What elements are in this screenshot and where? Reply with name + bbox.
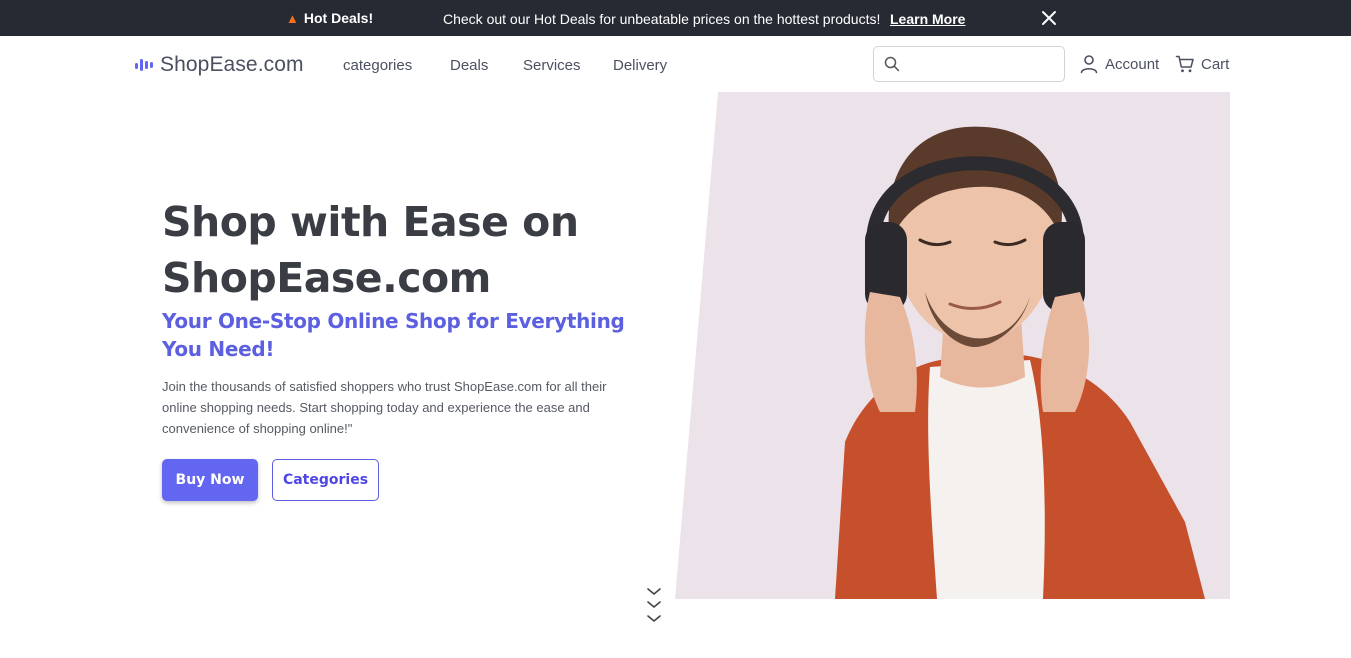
nav-link-delivery[interactable]: Delivery [613, 57, 667, 74]
scroll-down-button[interactable] [646, 586, 662, 628]
logo-mark-icon [135, 57, 155, 73]
cart-label: Cart [1201, 55, 1230, 73]
account-link[interactable]: Account [1079, 54, 1159, 74]
close-banner-button[interactable] [1040, 8, 1058, 28]
logo[interactable]: ShopEase.com [135, 53, 304, 77]
categories-button[interactable]: Categories [272, 459, 379, 501]
hot-deals-label: Hot Deals! [303, 10, 374, 26]
hero-description: Join the thousands of satisfied shoppers… [162, 379, 607, 436]
account-label: Account [1105, 55, 1160, 73]
hot-deals-label-group: ▲ Hot Deals! [286, 10, 373, 26]
logo-text: ShopEase.com [160, 53, 304, 76]
nav-link-deals[interactable]: Deals [450, 57, 488, 74]
nav-link-categories[interactable]: categories [343, 57, 412, 74]
flame-icon: ▲ [286, 10, 299, 26]
hero-subtitle: Your One-Stop Online Shop for Everything… [162, 309, 625, 361]
cart-link[interactable]: Cart [1175, 54, 1229, 74]
promo-banner: ▲ Hot Deals! Check out our Hot Deals for… [0, 0, 1351, 36]
hero-image [675, 92, 1230, 599]
learn-more-link[interactable]: Learn More [890, 11, 965, 27]
search-icon [884, 56, 900, 72]
search-input[interactable] [906, 53, 1056, 75]
close-icon [1042, 11, 1056, 25]
search-box[interactable] [873, 46, 1065, 82]
buy-now-button[interactable]: Buy Now [162, 459, 258, 501]
user-icon [1080, 55, 1098, 74]
hero-title: Shop with Ease on ShopEase.com [162, 198, 579, 302]
chevron-down-icon [647, 588, 661, 623]
banner-message: Check out our Hot Deals for unbeatable p… [443, 11, 881, 27]
main-nav: ShopEase.com categories Deals Services D… [0, 36, 1351, 94]
cart-icon [1175, 55, 1194, 73]
nav-link-services[interactable]: Services [523, 57, 581, 74]
